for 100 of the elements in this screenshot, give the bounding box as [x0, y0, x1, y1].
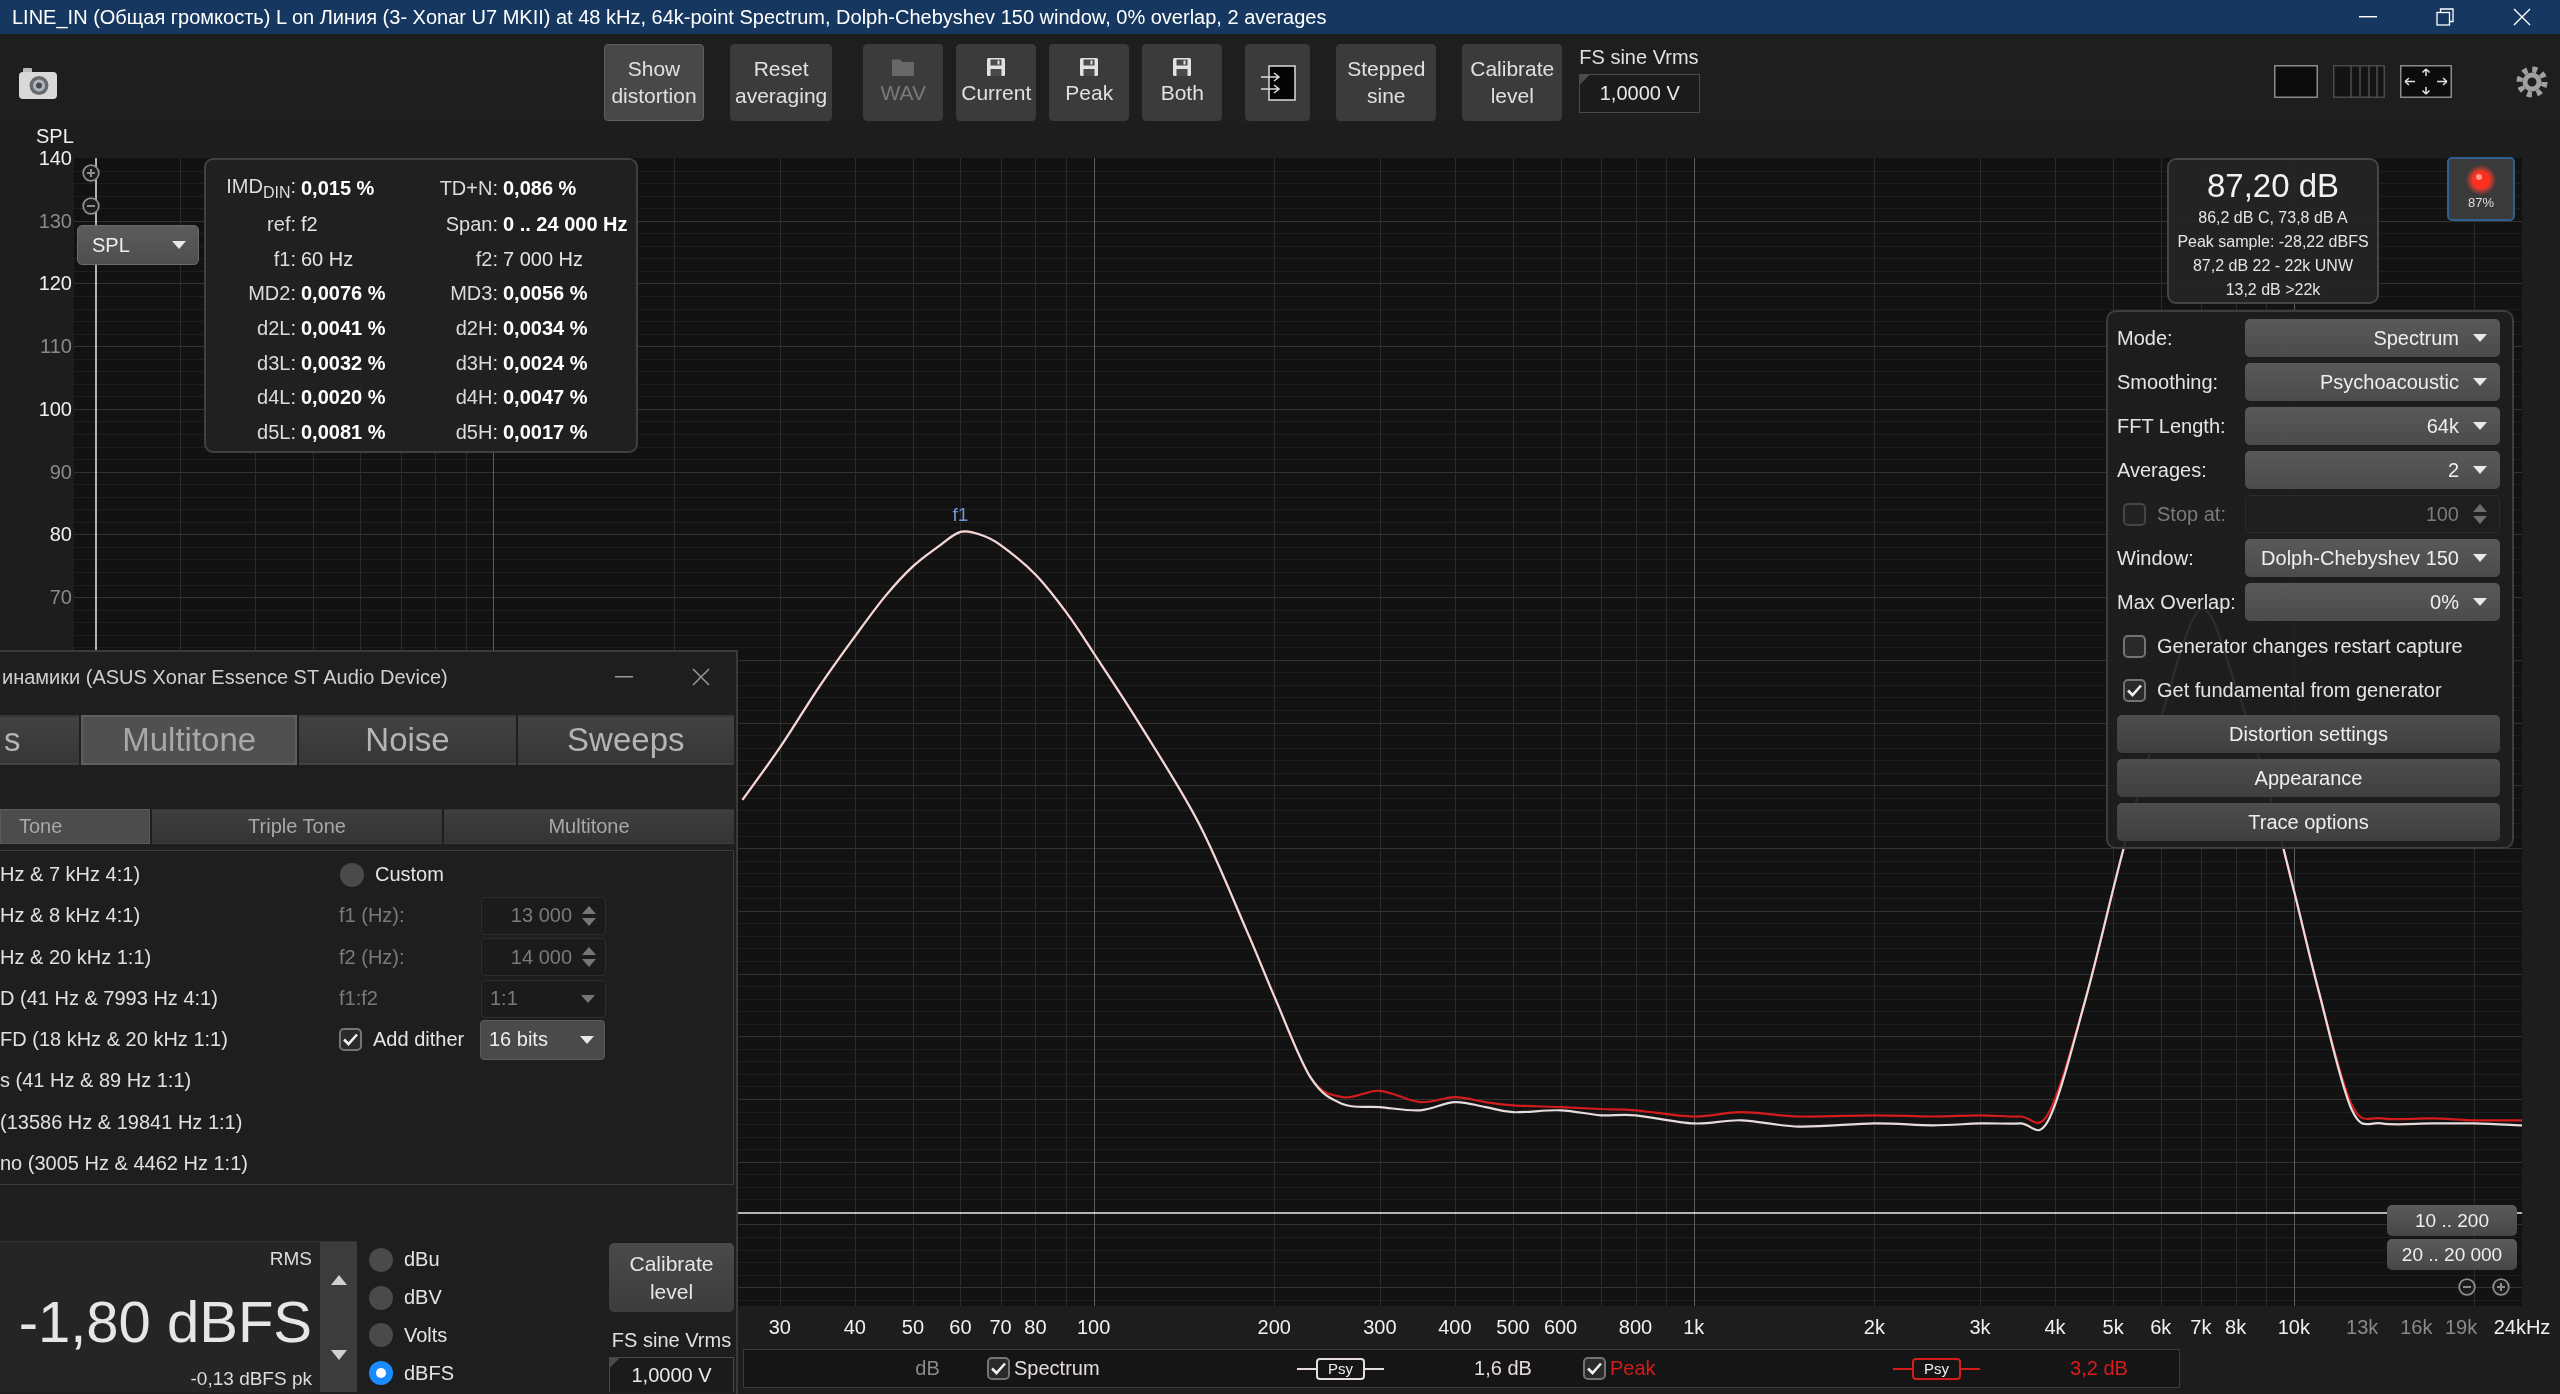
caret-down-icon[interactable] [330, 1349, 347, 1360]
toolbar-button[interactable]: Calibrate level [1462, 44, 1563, 121]
readout-value: 0,0017 % [503, 420, 589, 444]
preset-option[interactable]: s (41 Hz & 89 Hz 1:1) [0, 1060, 339, 1102]
zoom-preset-button[interactable]: 20 .. 20 000 [2387, 1239, 2517, 1270]
axis-tick-label: 80 [48, 523, 72, 546]
radio-button[interactable] [368, 1360, 394, 1387]
preset-option[interactable]: no (3005 Hz & 4462 Hz 1:1) [0, 1142, 339, 1184]
zoom-in-icon[interactable] [2492, 1278, 2510, 1296]
tab[interactable]: Noise [299, 715, 516, 765]
dropdown[interactable]: 64k [2245, 407, 2500, 445]
axis-tick-label: 3k [1969, 1316, 1991, 1338]
field-label: Window: [2117, 546, 2195, 570]
axis-tick-label: 120 [37, 272, 72, 295]
dropdown[interactable]: 2 [2245, 451, 2500, 489]
calibrate-button[interactable]: Calibrate level [609, 1243, 734, 1312]
readout-label: d4H: [454, 386, 498, 410]
readout-value: 0,0047 % [503, 386, 589, 410]
voltage-field[interactable]: 1,0000 V [1579, 74, 1701, 113]
zoom-out-icon[interactable] [82, 197, 100, 215]
trace-name: Peak [1610, 1357, 1657, 1380]
field-label: f1 (Hz): [339, 904, 406, 928]
toolbar-button[interactable]: Show distortion [604, 44, 704, 121]
checkbox[interactable] [339, 1028, 362, 1052]
readout-value: 0,0020 % [301, 386, 387, 410]
axis-tick-label: 300 [1363, 1316, 1397, 1338]
zoom-preset-button[interactable]: 10 .. 200 [2387, 1205, 2517, 1236]
checkbox[interactable] [987, 1357, 1010, 1380]
readout-label: d4L: [256, 386, 296, 410]
preset-option[interactable]: (13586 Hz & 19841 Hz 1:1) [0, 1101, 339, 1143]
single-panel-icon[interactable] [2274, 65, 2318, 98]
tab[interactable]: Tone [0, 809, 150, 844]
checkbox[interactable] [2123, 678, 2146, 702]
checkbox-label: Generator changes restart capture [2157, 634, 2463, 658]
radio-button[interactable] [368, 1284, 394, 1311]
dropdown[interactable]: Dolph-Chebyshev 150 [2245, 539, 2500, 577]
record-button[interactable]: 87% [2447, 157, 2515, 221]
axis-tick-label: 40 [843, 1316, 866, 1338]
axis-tick-label: 70 [989, 1316, 1012, 1338]
axis-tick-label: 600 [1543, 1316, 1578, 1338]
preset-option[interactable]: D (41 Hz & 7993 Hz 4:1) [0, 977, 339, 1019]
caret-up-icon[interactable] [330, 1274, 347, 1285]
dropdown[interactable]: Spectrum [2245, 319, 2500, 357]
radio-button[interactable] [368, 1322, 394, 1349]
field-label: Mode: [2117, 326, 2174, 350]
minimize-icon[interactable] [2358, 16, 2377, 18]
level-caption: RMS [269, 1248, 312, 1270]
tab[interactable]: Triple Tone [152, 809, 442, 844]
voltage-field[interactable]: 1,0000 V [609, 1357, 734, 1392]
expand-icon[interactable] [2400, 65, 2452, 98]
radio-button[interactable] [368, 1246, 394, 1273]
radio-label: dBV [404, 1286, 442, 1310]
checkbox[interactable] [2123, 634, 2146, 658]
radio-button[interactable] [339, 861, 365, 888]
readout-label: ref: [266, 212, 296, 236]
import-icon [1259, 64, 1296, 101]
preset-option[interactable]: Hz & 20 kHz 1:1) [0, 936, 339, 978]
panel-button[interactable]: Distortion settings [2117, 715, 2500, 753]
restore-icon[interactable] [2435, 8, 2454, 26]
tab[interactable]: s [0, 715, 79, 765]
axis-tick-label: 500 [1496, 1316, 1530, 1338]
checkbox[interactable] [1583, 1357, 1606, 1380]
preset-option[interactable]: FD (18 kHz & 20 kHz 1:1) [0, 1019, 339, 1061]
zoom-out-icon[interactable] [2458, 1278, 2476, 1296]
spin-arrows-icon[interactable] [2473, 502, 2487, 526]
camera-icon[interactable] [19, 68, 57, 99]
trace-offset: 1,6 dB [1473, 1357, 1533, 1380]
settings-icon[interactable] [2516, 65, 2548, 98]
readout-value: 0,0081 % [301, 420, 387, 444]
smoothing-indicator[interactable]: Psy [1893, 1356, 1980, 1381]
radio-label: Volts [404, 1323, 448, 1347]
zoom-in-icon[interactable] [82, 164, 100, 182]
preset-option[interactable]: Hz & 8 kHz 4:1) [0, 895, 339, 937]
import-button[interactable] [1245, 44, 1311, 121]
field-label: FS sine Vrms [1579, 46, 1700, 68]
toolbar-button[interactable]: Both [1142, 44, 1223, 121]
dropdown[interactable]: 0% [2245, 583, 2500, 621]
toolbar-button[interactable]: Reset averaging [730, 44, 833, 121]
axis-tick-label: 16k [2400, 1316, 2433, 1338]
preset-option[interactable]: Hz & 7 kHz 4:1) [0, 854, 339, 896]
panel-button[interactable]: Trace options [2117, 803, 2500, 841]
toolbar-button[interactable]: Peak [1049, 44, 1130, 121]
readout-value: 0 .. 24 000 Hz [503, 212, 628, 236]
unit-dropdown[interactable]: SPL [77, 225, 199, 265]
panel-button[interactable]: Appearance [2117, 759, 2500, 797]
toolbar-button[interactable]: Stepped sine [1336, 44, 1437, 121]
tab[interactable]: Sweeps [517, 715, 734, 765]
close-icon[interactable] [692, 668, 710, 686]
dropdown[interactable]: Psychoacoustic [2245, 363, 2500, 401]
readout-label: d3H: [454, 351, 498, 375]
toolbar-button[interactable]: Current [956, 44, 1037, 121]
tab[interactable]: Multitone [444, 809, 734, 844]
level-detail: 86,2 dB C, 73,8 dB A [2198, 208, 2348, 228]
folder-icon [892, 58, 915, 77]
smoothing-indicator[interactable]: Psy [1297, 1356, 1384, 1381]
axis-tick-label: 30 [768, 1316, 791, 1338]
axis-tick-label: 200 [1257, 1316, 1291, 1338]
dropdown[interactable]: 16 bits [480, 1019, 605, 1060]
caret-icon [2473, 422, 2487, 430]
window-title: инамики (ASUS Xonar Essence ST Audio Device) [1, 665, 448, 689]
